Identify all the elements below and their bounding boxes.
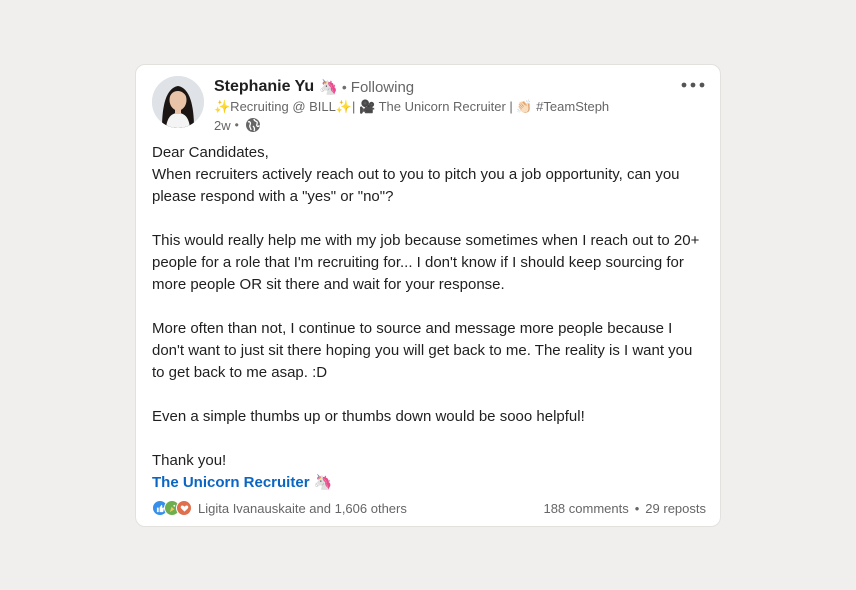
unicorn-emoji: 🦄 — [319, 79, 338, 96]
post-meta: 2w • — [214, 116, 680, 134]
post-closing: Thank you! — [152, 452, 227, 469]
post-header: Stephanie Yu 🦄 • Following ✨Recruiting @… — [214, 77, 680, 134]
more-horizontal-icon — [681, 82, 705, 88]
separator-dot: • — [634, 500, 640, 516]
reactions-count: Ligita Ivanauskaite and 1,606 others — [198, 500, 407, 516]
author-headline: ✨Recruiting @ BILL✨| 🎥 The Unicorn Recru… — [214, 99, 610, 114]
post-paragraph: When recruiters actively reach out to yo… — [152, 166, 680, 205]
post-time: 2w — [214, 117, 231, 133]
author-avatar-image — [152, 76, 204, 128]
post-paragraph: More often than not, I continue to sourc… — [152, 320, 693, 381]
post-greeting: Dear Candidates, — [152, 144, 269, 161]
author-avatar[interactable] — [152, 76, 204, 128]
comments-count[interactable]: 188 comments — [543, 501, 628, 516]
post-body: Dear Candidates, When recruiters activel… — [152, 142, 708, 494]
reactions-summary[interactable]: Ligita Ivanauskaite and 1,606 others — [152, 500, 407, 516]
post-paragraph: Even a simple thumbs up or thumbs down w… — [152, 408, 585, 425]
following-label[interactable]: Following — [351, 79, 414, 96]
engagement-stats: 188 comments • 29 reposts — [543, 501, 706, 516]
reposts-count[interactable]: 29 reposts — [645, 501, 706, 516]
post-paragraph: This would really help me with my job be… — [152, 232, 700, 293]
love-reaction-icon — [176, 500, 192, 516]
post-card: Stephanie Yu 🦄 • Following ✨Recruiting @… — [135, 64, 721, 527]
post-social-counts: Ligita Ivanauskaite and 1,606 others 188… — [152, 498, 706, 518]
separator-dot: • — [234, 118, 239, 132]
separator-dot: • — [341, 79, 347, 95]
author-name[interactable]: Stephanie Yu — [214, 78, 314, 96]
signature-link[interactable]: The Unicorn Recruiter 🦄 — [152, 474, 332, 491]
author-name-row: Stephanie Yu 🦄 • Following — [214, 77, 680, 97]
globe-icon — [245, 117, 261, 133]
reaction-icons — [152, 500, 192, 516]
more-options-button[interactable] — [680, 73, 706, 97]
